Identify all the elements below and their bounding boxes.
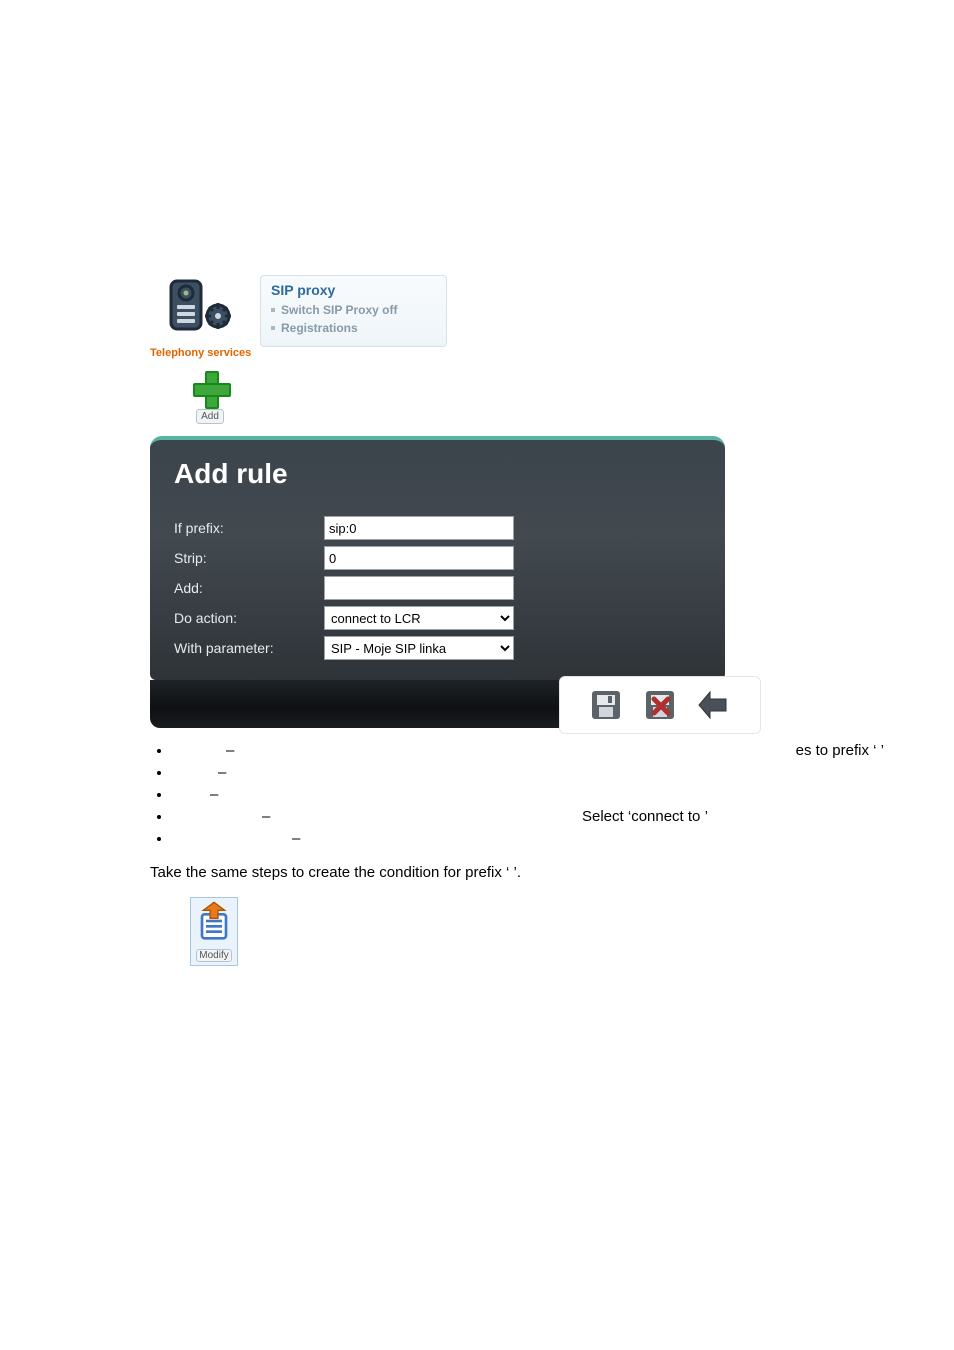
sip-proxy-title: SIP proxy	[271, 282, 436, 298]
sip-proxy-item-switch-off[interactable]: Switch SIP Proxy off	[271, 302, 436, 318]
if-prefix-input[interactable]	[324, 516, 514, 540]
telephony-services-label: Telephony services	[150, 347, 250, 359]
back-arrow-icon[interactable]	[696, 687, 732, 723]
add-input[interactable]	[324, 576, 514, 600]
bullet-item: –	[172, 830, 804, 850]
telephony-services-icon	[165, 275, 235, 343]
bullet-dash: –	[226, 742, 234, 759]
instruction-paragraph: Take the same steps to create the condit…	[150, 864, 804, 881]
add-label: Add:	[174, 580, 324, 596]
modify-icon	[194, 928, 234, 945]
strip-label: Strip:	[174, 550, 324, 566]
bullet-text: Select ‘connect to ’	[582, 808, 708, 825]
if-prefix-label: If prefix:	[174, 520, 324, 536]
add-button[interactable]: Add	[190, 371, 230, 424]
bullet-item: – es to prefix ‘ ’	[172, 742, 804, 762]
telephony-services-nav[interactable]: Telephony services	[150, 275, 250, 359]
with-parameter-select[interactable]: SIP - Moje SIP linka	[324, 636, 514, 660]
instruction-bullets: – es to prefix ‘ ’ – – – Select ‘connect…	[150, 742, 804, 850]
with-parameter-label: With parameter:	[174, 640, 324, 656]
add-rule-panel: Add rule If prefix: Strip: Add: Do actio…	[150, 436, 725, 680]
bullet-item: –	[172, 786, 804, 806]
cancel-action-icon[interactable]	[642, 687, 678, 723]
add-rule-title: Add rule	[174, 458, 701, 490]
bullet-dash: –	[218, 764, 226, 781]
bullet-text: es to prefix ‘ ’	[796, 742, 884, 759]
save-action-icon[interactable]	[588, 687, 624, 723]
do-action-select[interactable]: connect to LCR	[324, 606, 514, 630]
sip-proxy-item-registrations[interactable]: Registrations	[271, 320, 436, 336]
rule-panel-footer	[150, 680, 725, 728]
do-action-label: Do action:	[174, 610, 324, 626]
bullet-dash: –	[292, 830, 300, 847]
bullet-dash: –	[210, 786, 218, 803]
modify-button[interactable]: Modify	[190, 897, 238, 966]
add-button-label: Add	[196, 409, 224, 424]
strip-input[interactable]	[324, 546, 514, 570]
bullet-item: – Select ‘connect to ’	[172, 808, 804, 828]
sip-proxy-panel: SIP proxy Switch SIP Proxy off Registrat…	[260, 275, 447, 347]
plus-icon	[193, 371, 227, 405]
modify-button-label: Modify	[196, 949, 231, 962]
sip-proxy-section: Telephony services SIP proxy Switch SIP …	[150, 275, 804, 359]
bullet-item: –	[172, 764, 804, 784]
action-hover-box	[559, 676, 761, 734]
bullet-dash: –	[262, 808, 270, 825]
